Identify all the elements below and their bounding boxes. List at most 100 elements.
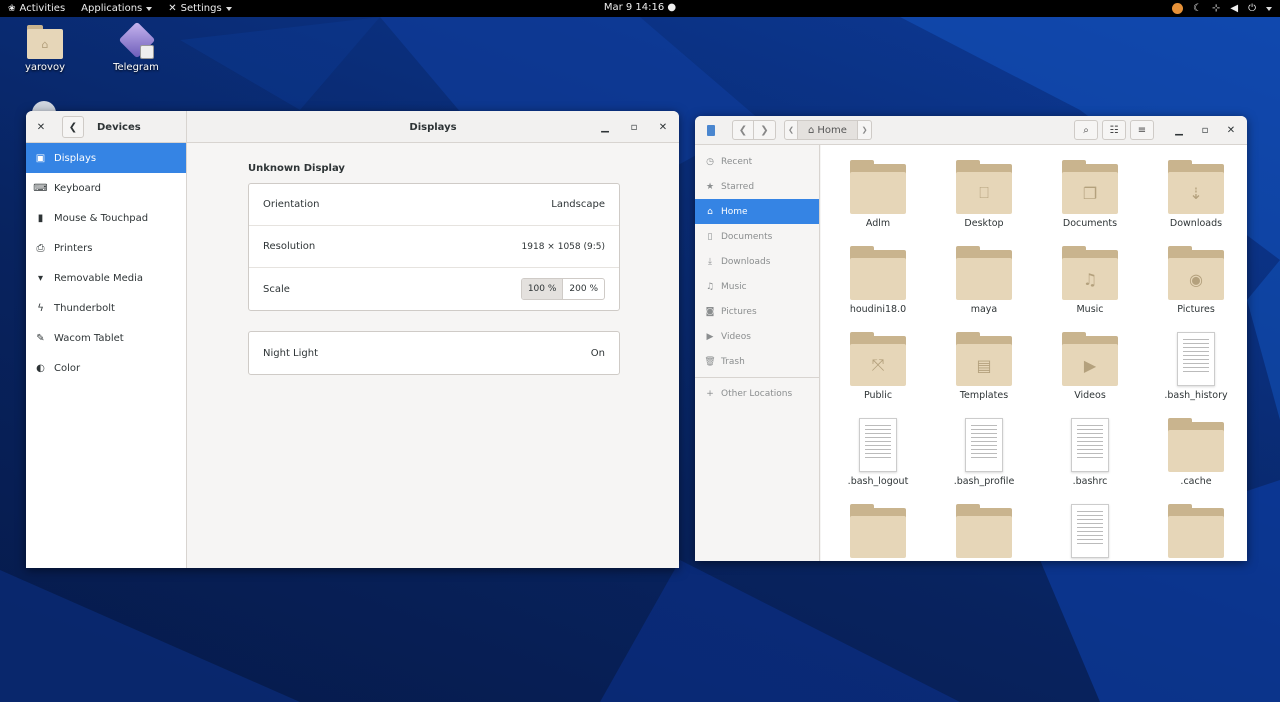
sidebar-item-other-locations[interactable]: + Other Locations — [695, 381, 819, 406]
file-item[interactable]: .bash_profile — [934, 418, 1034, 487]
scale-100-button[interactable]: 100 % — [521, 279, 564, 299]
folder-item[interactable]: ♫ Music — [1040, 246, 1140, 315]
folder-item[interactable]: houdini18.0 — [828, 246, 928, 315]
chevron-left-icon: ❮ — [68, 121, 78, 133]
folder-item[interactable]: maya — [934, 246, 1034, 315]
file-item[interactable]: .bashrc — [1040, 418, 1140, 487]
gnome-foot-icon: ❀ — [8, 3, 16, 14]
folder-icon — [850, 504, 906, 558]
resolution-row[interactable]: Resolution 1918 × 1058 (9:5) — [249, 226, 619, 268]
chevron-right-icon: ❯ — [760, 124, 769, 136]
templates-emblem-icon: ▤ — [976, 355, 992, 375]
scale-200-button[interactable]: 200 % — [563, 279, 604, 299]
maximize-button[interactable]: ▫ — [1195, 120, 1215, 140]
displays-panel: Unknown Display Orientation Landscape Re… — [187, 143, 679, 568]
folder-icon — [956, 504, 1012, 558]
sidebar-item-label: Home — [721, 206, 748, 217]
sidebar-item-recent[interactable]: ◷ Recent — [695, 149, 819, 174]
maximize-button[interactable]: ▫ — [624, 117, 644, 137]
menu-button[interactable]: ≡ — [1130, 120, 1154, 140]
desktop-icon-telegram[interactable]: Telegram — [101, 21, 171, 73]
folder-item[interactable]: ⎕ Desktop — [934, 160, 1034, 229]
sidebar-item-pictures[interactable]: ◙ Pictures — [695, 299, 819, 324]
path-scroll-right-button[interactable]: ❯ — [858, 120, 872, 140]
power-icon[interactable]: ⏻ — [1248, 3, 1256, 14]
camera-icon: ◙ — [705, 306, 715, 317]
sidebar-title: Devices — [97, 121, 141, 133]
clock-icon: ◷ — [706, 156, 714, 167]
sidebar-item-removable-media[interactable]: ▾ Removable Media — [26, 263, 186, 293]
close-button[interactable]: ✕ — [1221, 120, 1241, 140]
desktop-icon-home[interactable]: ⌂ yarovoy — [10, 23, 80, 73]
sidebar-item-displays[interactable]: ▣ Displays — [26, 143, 186, 173]
sidebar-item-videos[interactable]: ▶ Videos — [695, 324, 819, 349]
orientation-row[interactable]: Orientation Landscape — [249, 184, 619, 226]
sidebar-item-trash[interactable]: 🗑 Trash — [695, 349, 819, 374]
text-file-icon — [1071, 418, 1109, 472]
path-home-button[interactable]: ⌂ Home — [798, 120, 858, 140]
settings-menu[interactable]: ✕ Settings — [160, 0, 239, 17]
close-button[interactable]: ✕ — [653, 117, 673, 137]
places-sidebar: ◷ Recent ★ Starred ⌂ Home ▯ Documents ⤓ Downl… — [695, 145, 820, 561]
sidebar-item-keyboard[interactable]: ⌨ Keyboard — [26, 173, 186, 203]
sidebar-item-color[interactable]: ◐ Color — [26, 353, 186, 383]
sidebar-item-wacom-tablet[interactable]: ✎ Wacom Tablet — [26, 323, 186, 353]
applications-menu[interactable]: Applications — [73, 0, 160, 17]
sidebar-item-downloads[interactable]: ⤓ Downloads — [695, 249, 819, 274]
dropdown-arrow-icon — [225, 6, 232, 11]
sidebar-item-label: Documents — [721, 231, 773, 242]
night-light-icon[interactable]: ☾ — [1193, 3, 1202, 14]
item-label: Documents — [1062, 218, 1118, 229]
back-button[interactable]: ❮ — [62, 116, 84, 138]
folder-item[interactable] — [828, 504, 928, 561]
tray-app-icon[interactable] — [1172, 3, 1184, 14]
file-item[interactable]: .bash_history — [1146, 332, 1246, 401]
sidebar-item-printers[interactable]: ⎙ Printers — [26, 233, 186, 263]
sidebar-item-mouse-touchpad[interactable]: ▮ Mouse & Touchpad — [26, 203, 186, 233]
sidebar-item-music[interactable]: ♫ Music — [695, 274, 819, 299]
video-icon: ▶ — [706, 331, 714, 342]
path-scroll-left-button[interactable]: ❮ — [784, 120, 798, 140]
night-light-row[interactable]: Night Light On — [249, 332, 619, 374]
sidebar-item-label: Keyboard — [54, 182, 102, 194]
folder-item[interactable]: ▶ Videos — [1040, 332, 1140, 401]
sidebar-item-thunderbolt[interactable]: ϟ Thunderbolt — [26, 293, 186, 323]
item-label: Downloads — [1169, 218, 1223, 229]
text-file-icon — [965, 418, 1003, 472]
item-label: Pictures — [1177, 304, 1215, 315]
network-icon[interactable]: ⊹ — [1212, 3, 1220, 14]
system-menu-arrow-icon[interactable] — [1266, 6, 1272, 11]
keyboard-icon: ⌨ — [33, 182, 48, 194]
sidebar-item-label: Downloads — [721, 256, 771, 267]
minimize-button[interactable]: ▁ — [595, 117, 615, 137]
folder-item[interactable] — [1146, 504, 1246, 561]
activities-button[interactable]: ❀ Activities — [0, 0, 73, 17]
back-button[interactable]: ❮ — [732, 120, 754, 140]
forward-button[interactable]: ❯ — [754, 120, 776, 140]
settings-window: ✕ ❮ Devices Displays ▁ ▫ ✕ ▣ Displays ⌨ … — [26, 111, 679, 568]
desktop-icon-label: yarovoy — [24, 62, 65, 73]
file-item[interactable] — [1040, 504, 1140, 561]
volume-icon[interactable]: ◀ — [1230, 3, 1238, 14]
folder-item[interactable] — [934, 504, 1034, 561]
minimize-button[interactable]: ▁ — [1169, 120, 1189, 140]
view-toggle-button[interactable]: ☷ — [1102, 120, 1126, 140]
search-button[interactable]: ⌕ — [1074, 120, 1098, 140]
item-label: .bash_history — [1164, 390, 1228, 401]
sidebar-item-starred[interactable]: ★ Starred — [695, 174, 819, 199]
folder-icon: ❐ — [1062, 160, 1118, 214]
folder-item[interactable]: Adlm — [828, 160, 928, 229]
path-label: Home — [817, 124, 847, 136]
folder-icon — [956, 246, 1012, 300]
folder-item[interactable]: ▤ Templates — [934, 332, 1034, 401]
clock-label[interactable]: Mar 9 14:16 — [604, 2, 664, 13]
folder-item[interactable]: ⤧ Public — [828, 332, 928, 401]
folder-item[interactable]: ◉ Pictures — [1146, 246, 1246, 315]
folder-item[interactable]: ⇣ Downloads — [1146, 160, 1246, 229]
sidebar-item-label: Removable Media — [54, 272, 144, 284]
sidebar-item-home[interactable]: ⌂ Home — [695, 199, 819, 224]
file-item[interactable]: .bash_logout — [828, 418, 928, 487]
folder-item[interactable]: .cache — [1146, 418, 1246, 487]
sidebar-item-documents[interactable]: ▯ Documents — [695, 224, 819, 249]
folder-item[interactable]: ❐ Documents — [1040, 160, 1140, 229]
